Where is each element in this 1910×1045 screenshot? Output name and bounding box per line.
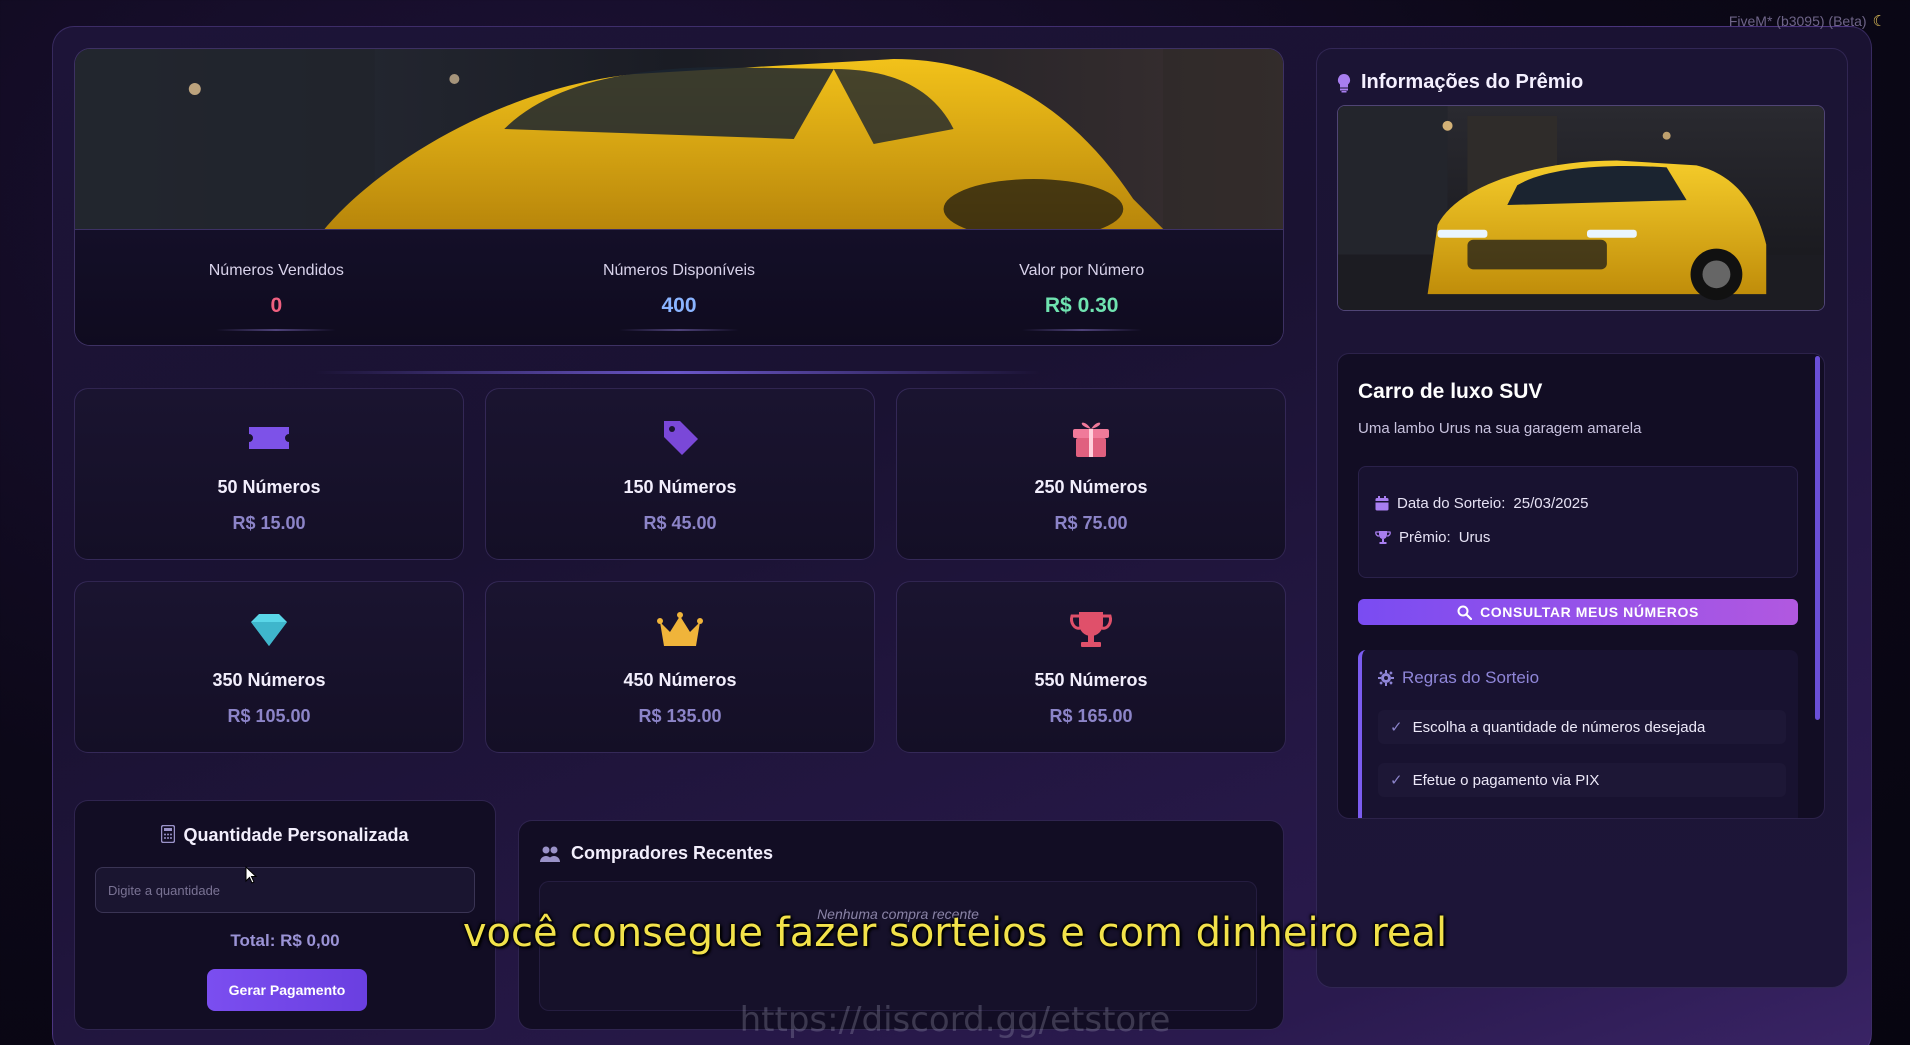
stat-value: R$ 0.30 bbox=[1044, 294, 1119, 317]
package-card-50[interactable]: 50 Números R$ 15.00 bbox=[74, 388, 464, 560]
stat-sold: Números Vendidos 0 bbox=[75, 230, 478, 345]
package-card-250[interactable]: 250 Números R$ 75.00 bbox=[896, 388, 1286, 560]
package-title: 250 Números bbox=[1034, 477, 1148, 497]
package-title: 50 Números bbox=[217, 477, 321, 497]
package-title: 150 Números bbox=[623, 477, 737, 497]
tag-icon bbox=[664, 421, 698, 455]
moon-icon: ☾ bbox=[1872, 13, 1886, 30]
prize-description: Uma lambo Urus na sua garagem amarela bbox=[1358, 420, 1642, 437]
recent-buyers-title-text: Compradores Recentes bbox=[571, 843, 774, 863]
calendar-icon bbox=[1375, 496, 1389, 511]
package-price: R$ 105.00 bbox=[227, 706, 311, 726]
hero-car-image bbox=[75, 49, 1283, 229]
stat-label: Números Disponíveis bbox=[602, 262, 756, 279]
package-card-350[interactable]: 350 Números R$ 105.00 bbox=[74, 581, 464, 753]
divider bbox=[1021, 329, 1142, 331]
consult-numbers-button[interactable]: CONSULTAR MEUS NÚMEROS bbox=[1358, 599, 1798, 625]
package-title: 350 Números bbox=[212, 670, 326, 690]
package-price: R$ 15.00 bbox=[232, 513, 306, 533]
package-card-550[interactable]: 550 Números R$ 165.00 bbox=[896, 581, 1286, 753]
quantity-input[interactable] bbox=[95, 867, 475, 913]
package-price: R$ 75.00 bbox=[1054, 513, 1128, 533]
rule-text: Escolha a quantidade de números desejada bbox=[1412, 718, 1706, 736]
package-title: 550 Números bbox=[1034, 670, 1148, 690]
video-subtitle: você consegue fazer sorteios e com dinhe… bbox=[462, 910, 1448, 956]
prize-car-image bbox=[1337, 105, 1825, 311]
hero-banner: Números Vendidos 0 Números Disponíveis 4… bbox=[74, 48, 1284, 346]
stat-price-per-number: Valor por Número R$ 0.30 bbox=[880, 230, 1283, 345]
stat-value: 400 bbox=[661, 294, 697, 317]
package-card-150[interactable]: 150 Números R$ 45.00 bbox=[485, 388, 875, 560]
stat-label: Números Vendidos bbox=[208, 262, 344, 279]
watermark-text: https://discord.gg/etstore bbox=[739, 1000, 1171, 1040]
check-icon: ✓ bbox=[1390, 772, 1403, 789]
lightbulb-icon bbox=[1337, 73, 1351, 92]
diamond-icon bbox=[251, 614, 287, 646]
search-icon bbox=[1457, 605, 1473, 620]
consult-numbers-label: CONSULTAR MEUS NÚMEROS bbox=[1480, 604, 1699, 620]
rule-item: ✓ Efetue o pagamento via PIX bbox=[1378, 763, 1786, 797]
prize-value: Urus bbox=[1458, 529, 1491, 546]
divider bbox=[216, 329, 337, 331]
rules-title: Regras do Sorteio bbox=[1378, 668, 1539, 688]
stat-label: Valor por Número bbox=[1019, 262, 1145, 279]
draw-info-box: Data do Sorteio: 25/03/2025 Prêmio: Urus bbox=[1358, 466, 1798, 578]
prize-row: Prêmio: Urus bbox=[1375, 529, 1490, 546]
divider bbox=[619, 329, 739, 331]
package-price: R$ 135.00 bbox=[638, 706, 722, 726]
window-title-text: FiveM* (b3095) (Beta) bbox=[1728, 13, 1867, 29]
prize-details-card: Carro de luxo SUV Uma lambo Urus na sua … bbox=[1337, 353, 1825, 819]
draw-date-value: 25/03/2025 bbox=[1513, 495, 1589, 512]
stat-value: 0 bbox=[270, 294, 283, 317]
prize-info-title-text: Informações do Prêmio bbox=[1361, 71, 1584, 93]
package-price: R$ 165.00 bbox=[1049, 706, 1133, 726]
prize-info-panel: Informações do Prêmio Carro de luxo SUV … bbox=[1316, 48, 1848, 988]
draw-date-row: Data do Sorteio: 25/03/2025 bbox=[1375, 495, 1588, 512]
ticket-icon bbox=[249, 427, 289, 449]
window-title: FiveM* (b3095) (Beta) ☾ bbox=[1729, 12, 1886, 30]
draw-date-label: Data do Sorteio: bbox=[1397, 495, 1506, 512]
users-icon bbox=[540, 846, 560, 862]
rules-box: Regras do Sorteio ✓ Escolha a quantidade… bbox=[1358, 650, 1798, 818]
rules-title-text: Regras do Sorteio bbox=[1402, 668, 1540, 687]
prize-label: Prêmio: bbox=[1399, 529, 1451, 546]
calculator-icon bbox=[161, 824, 176, 844]
recent-buyers-title: Compradores Recentes bbox=[539, 843, 773, 864]
trophy-icon bbox=[1070, 612, 1112, 647]
stat-available: Números Disponíveis 400 bbox=[478, 230, 881, 345]
trophy-icon bbox=[1375, 531, 1391, 544]
package-price: R$ 45.00 bbox=[643, 513, 717, 533]
custom-quantity-title-text: Quantidade Personalizada bbox=[183, 825, 409, 845]
gift-icon bbox=[1073, 422, 1109, 457]
package-title: 450 Números bbox=[623, 670, 737, 690]
mouse-cursor-icon bbox=[245, 866, 258, 884]
gear-icon bbox=[1378, 670, 1394, 686]
rule-text: Efetue o pagamento via PIX bbox=[1412, 771, 1600, 789]
stats-bar: Números Vendidos 0 Números Disponíveis 4… bbox=[75, 229, 1283, 345]
prize-info-title: Informações do Prêmio bbox=[1337, 71, 1583, 94]
package-card-450[interactable]: 450 Números R$ 135.00 bbox=[485, 581, 875, 753]
prize-name: Carro de luxo SUV bbox=[1358, 380, 1543, 403]
custom-quantity-title: Quantidade Personalizada bbox=[75, 824, 495, 846]
check-icon: ✓ bbox=[1390, 719, 1403, 736]
section-divider bbox=[315, 371, 1040, 374]
crown-icon bbox=[657, 612, 703, 646]
rule-item: ✓ Escolha a quantidade de números deseja… bbox=[1378, 710, 1786, 744]
scrollbar[interactable] bbox=[1815, 356, 1820, 720]
